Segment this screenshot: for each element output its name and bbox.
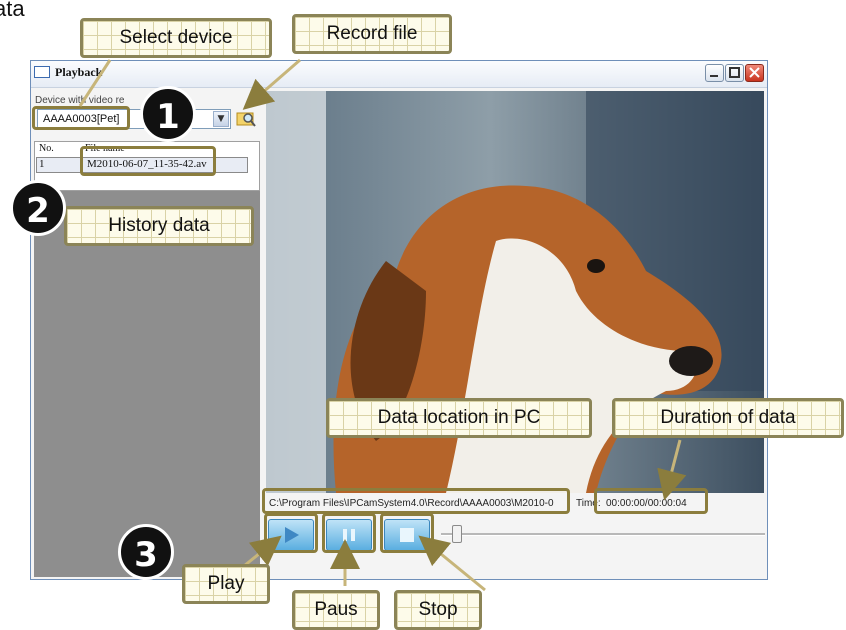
callout-pause: Paus	[292, 590, 380, 630]
callout-history-data: History data	[64, 206, 254, 246]
step-badge-3: 3	[118, 524, 174, 580]
callout-select-device: Select device	[80, 18, 272, 58]
connector-stop	[418, 535, 486, 592]
callout-data-location: Data location in PC	[326, 398, 592, 438]
connector-play	[243, 535, 282, 568]
connector-duration	[657, 439, 687, 501]
callout-stop: Stop	[394, 590, 482, 630]
connector-record-file	[242, 58, 301, 110]
step-badge-1: 1	[140, 86, 196, 142]
callout-duration: Duration of data	[612, 398, 844, 438]
callout-play: Play	[182, 564, 270, 604]
callout-record-file: Record file	[292, 14, 452, 54]
connector-select-device	[78, 59, 112, 107]
step-badge-2: 2	[10, 180, 66, 236]
